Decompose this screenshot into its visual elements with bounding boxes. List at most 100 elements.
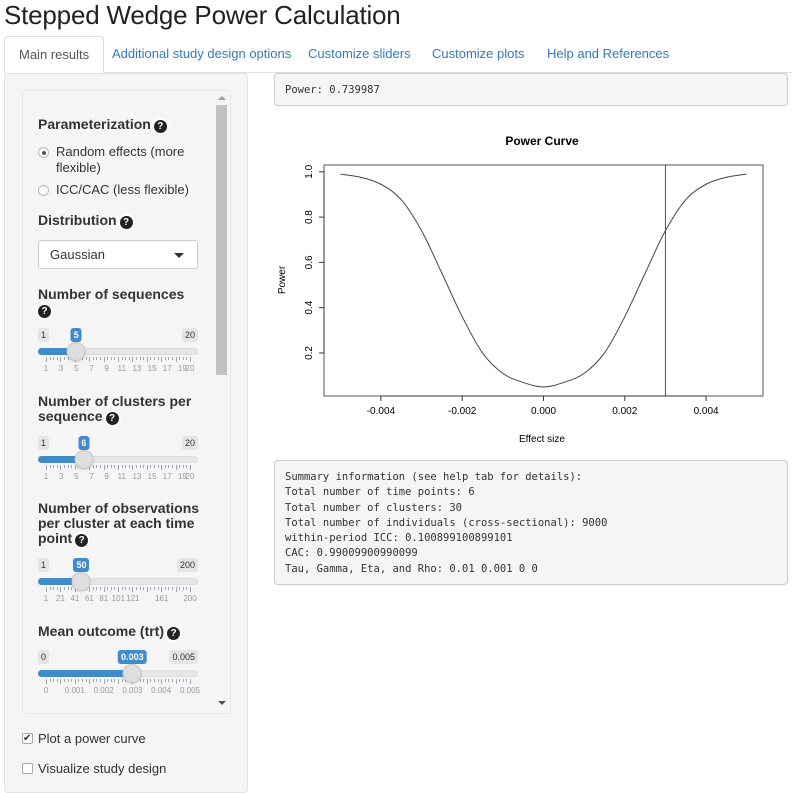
radio-icc-cac[interactable]: ICC/CAC (less flexible) — [38, 182, 208, 198]
slider-tick — [164, 587, 166, 590]
slider-handle[interactable] — [74, 450, 94, 469]
slider-tick-label: 3 — [58, 472, 64, 481]
clusters-per-sequence-slider[interactable]: 1 20 1 3 5 7 9 11 13 15 17 19 20 6 — [38, 436, 198, 486]
mean-outcome-trt-slider[interactable]: 0 0.005 0 0.001 0.002 0.003 0.004 0.005 0.003 — [38, 650, 201, 700]
slider-handle[interactable] — [71, 572, 91, 591]
slider-tick-label: 1 — [43, 364, 49, 373]
slider-tick — [150, 587, 152, 590]
slider-tick — [175, 587, 177, 592]
slider-tick-label: 200 — [183, 594, 197, 603]
slider-ticks — [38, 357, 198, 363]
sidebar-scrollbar-thumb[interactable] — [216, 105, 227, 375]
tab-additional-study-design-options[interactable]: Additional study design options — [98, 36, 305, 73]
observations-per-cluster-label: Number of observations per cluster at ea… — [38, 501, 203, 547]
x-tick-label: 0.004 — [694, 406, 719, 417]
slider-tick — [71, 465, 73, 468]
slider-tick — [60, 357, 62, 362]
slider-tick — [121, 357, 123, 360]
slider-tick — [179, 679, 181, 682]
chart-title: Power Curve — [505, 134, 579, 148]
slider-tick — [103, 679, 105, 684]
slider-tick — [103, 587, 105, 592]
checkbox-label: Plot a power curve — [38, 731, 146, 746]
slider-tick — [121, 587, 123, 590]
slider-tick — [161, 357, 163, 362]
power-output: Power: 0.739987 — [274, 73, 788, 106]
power-curve-chart: Power Curve Effect size Power -0.004 -0.0… — [277, 134, 764, 445]
radio-selected-icon[interactable] — [38, 147, 49, 158]
slider-tick — [118, 357, 119, 362]
summary-line: Total number of individuals (cross-secti… — [285, 516, 608, 529]
slider-tick — [161, 465, 163, 470]
slider-tick — [96, 465, 98, 468]
tab-customize-plots[interactable]: Customize plots — [418, 36, 538, 73]
slider-tick-label: 0.002 — [93, 686, 114, 695]
slider-tick — [110, 357, 112, 360]
help-icon[interactable]: ? — [119, 216, 133, 229]
help-icon[interactable]: ? — [153, 120, 167, 133]
slider-tick-label: 1 — [43, 472, 49, 481]
slider-tick — [154, 587, 155, 590]
sequences-slider[interactable]: 1 20 1 3 5 7 9 11 13 15 17 19 20 5 — [38, 328, 198, 378]
slider-tick — [168, 357, 170, 360]
radio-label: Random effects (more flexible) — [56, 144, 185, 175]
slider-tick — [132, 357, 134, 362]
slider-tick — [71, 679, 73, 682]
slider-tick — [175, 465, 177, 470]
slider-tick — [164, 679, 166, 682]
slider-min-label: 1 — [38, 328, 50, 342]
slider-tick — [53, 679, 55, 682]
help-icon[interactable]: ? — [167, 627, 180, 640]
y-tick-label: 0.6 — [304, 255, 315, 269]
radio-random-effects[interactable]: Random effects (more flexible) — [38, 144, 208, 176]
slider-tick — [89, 679, 91, 684]
slider-tick — [114, 357, 116, 360]
slider-tick — [82, 679, 83, 682]
slider-tick — [100, 679, 101, 682]
help-icon[interactable]: ? — [75, 534, 89, 547]
slider-tick-label: 11 — [117, 472, 126, 481]
observations-per-cluster-slider[interactable]: 1 200 1 21 41 61 81 101 121 161 200 50 — [38, 558, 198, 608]
slider-tick — [182, 465, 184, 468]
scroll-up-arrow-icon[interactable] — [218, 96, 226, 100]
slider-tick — [49, 465, 51, 468]
plot-power-curve-checkbox[interactable]: Plot a power curve — [22, 731, 146, 747]
tab-help-and-references[interactable]: Help and References — [533, 36, 683, 73]
distribution-label-text: Distribution — [38, 212, 117, 228]
help-icon[interactable]: ? — [38, 305, 51, 318]
clusters-per-sequence-label: Number of clusters per sequence? — [38, 394, 203, 425]
help-icon[interactable]: ? — [105, 412, 119, 425]
slider-tick — [92, 679, 94, 682]
slider-tick-label: 41 — [70, 594, 80, 603]
distribution-select[interactable]: Gaussian — [38, 240, 198, 269]
power-curve-line — [340, 173, 747, 388]
tab-customize-sliders[interactable]: Customize sliders — [294, 36, 425, 73]
slider-tick — [49, 587, 51, 590]
radio-unselected-icon[interactable] — [38, 185, 49, 196]
slider-tick — [74, 679, 76, 684]
slider-tick — [128, 587, 130, 590]
slider-tick-label: 13 — [132, 364, 142, 373]
slider-tick — [150, 679, 152, 682]
slider-tick-label: 101 — [111, 594, 126, 603]
scroll-down-arrow-icon[interactable] — [218, 701, 226, 705]
slider-tick — [121, 679, 123, 682]
checkbox-checked-icon[interactable] — [22, 731, 33, 747]
slider-tick — [74, 465, 76, 470]
slider-tick-label: 0.005 — [179, 686, 201, 695]
slider-tick — [92, 357, 94, 360]
slider-tick-label: 0.003 — [122, 686, 143, 695]
slider-tick — [175, 679, 177, 684]
checkbox-unchecked-icon[interactable] — [22, 763, 33, 774]
slider-tick — [136, 465, 137, 468]
summary-output: Summary information (see help tab for de… — [274, 460, 788, 585]
slider-handle[interactable] — [122, 664, 142, 683]
slider-handle[interactable] — [66, 342, 86, 361]
slider-tick-label: 17 — [162, 364, 172, 373]
tab-main-results[interactable]: Main results — [4, 36, 105, 74]
slider-label-text: Mean outcome (trt) — [38, 623, 164, 639]
slider-tick — [103, 465, 105, 470]
visualize-study-design-checkbox[interactable]: Visualize study design — [22, 761, 166, 777]
slider-tick — [67, 587, 69, 590]
slider-tick — [150, 357, 152, 360]
